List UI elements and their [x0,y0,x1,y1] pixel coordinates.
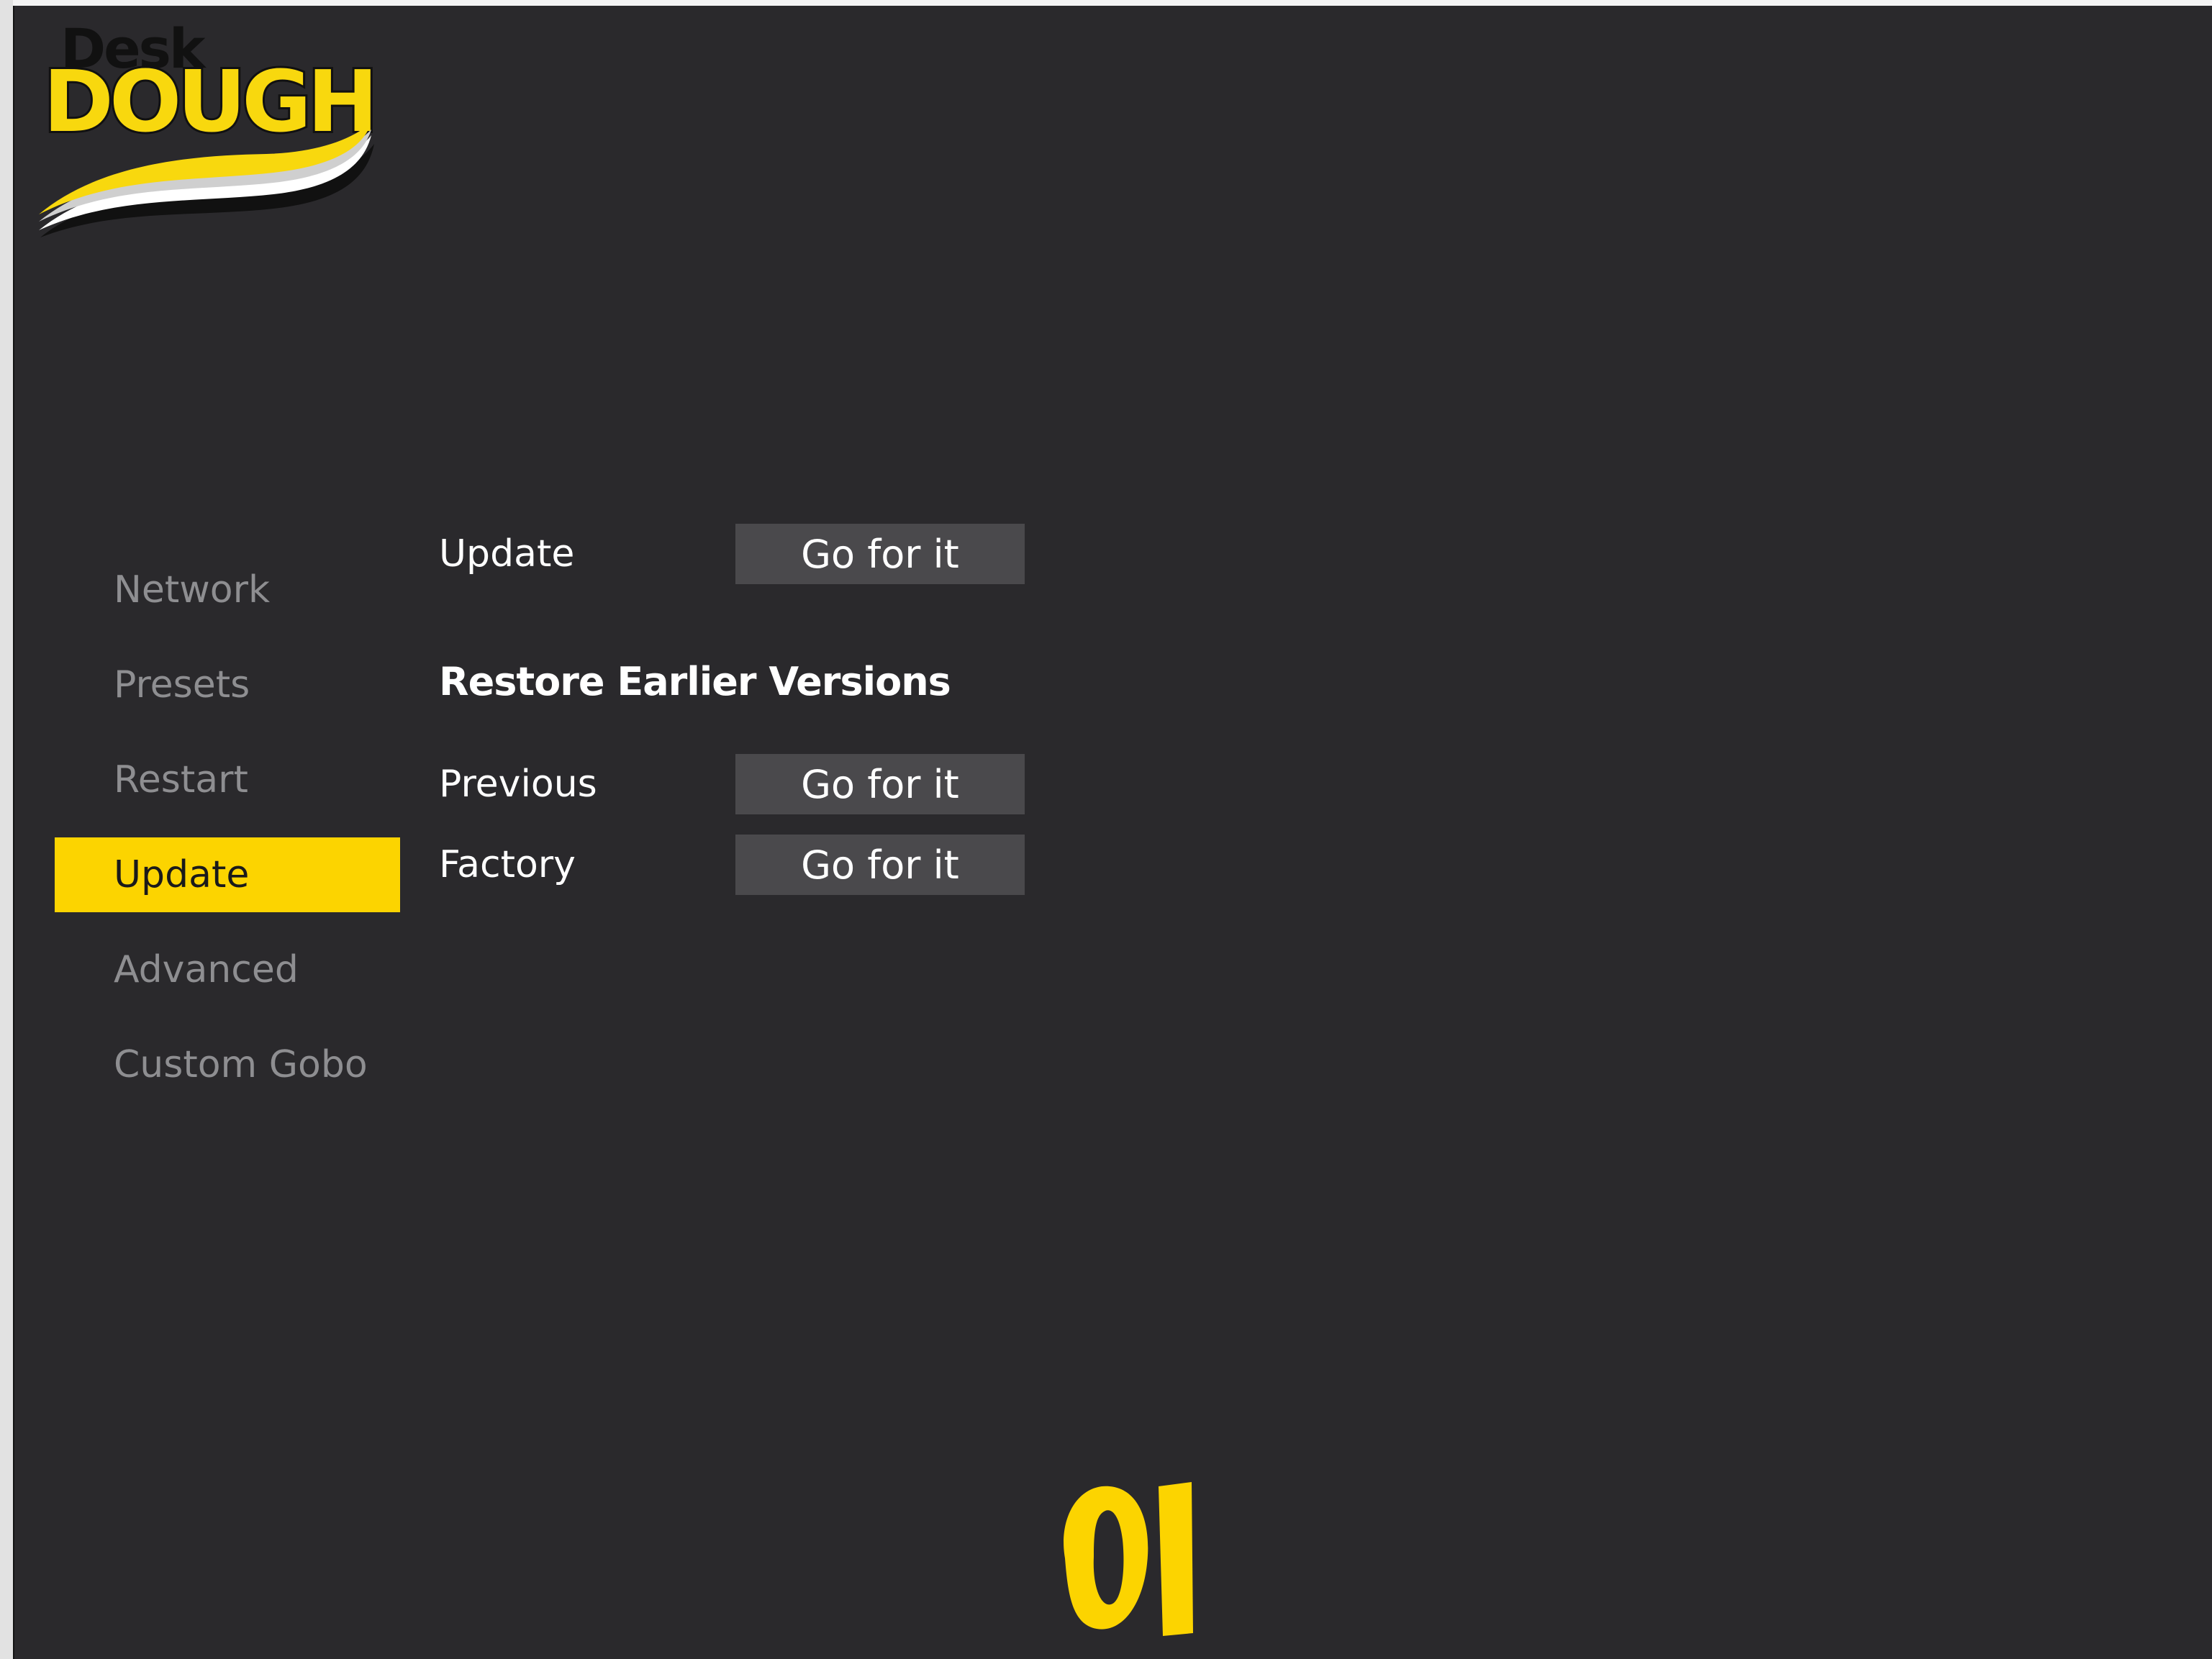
sidebar-item-restart[interactable]: Restart [55,742,400,817]
sidebar-item-label: Restart [114,758,248,801]
sidebar-item-update[interactable]: Update [55,837,400,912]
brand-mark-icon [1064,1482,1193,1636]
sidebar-item-label: Network [114,568,271,612]
update-label: Update [439,532,575,576]
sidebar-item-label: Update [114,853,250,896]
backdrop-shape [0,0,13,1659]
settings-sidebar: Network Presets Restart Update Advanced … [55,553,400,1122]
factory-row: Factory Go for it [439,835,1043,895]
sidebar-item-custom-gobo[interactable]: Custom Gobo [55,1027,400,1102]
previous-go-button[interactable]: Go for it [735,754,1025,814]
sidebar-item-label: Advanced [114,948,299,991]
factory-go-button[interactable]: Go for it [735,835,1025,895]
desk-dough-logo: Desk DOUGH [36,22,403,237]
restore-versions-heading: Restore Earlier Versions [439,659,951,704]
factory-label: Factory [439,843,576,886]
update-go-button[interactable]: Go for it [735,524,1025,584]
sidebar-item-label: Presets [114,663,250,706]
previous-label: Previous [439,763,597,806]
app-window: Desk DOUGH Network Presets Restart Updat… [13,6,2212,1659]
sidebar-item-presets[interactable]: Presets [55,647,400,722]
previous-row: Previous Go for it [439,754,1043,814]
sidebar-item-advanced[interactable]: Advanced [55,932,400,1007]
logo-swoosh-icon [39,129,374,237]
sidebar-item-label: Custom Gobo [114,1043,368,1086]
sidebar-item-network[interactable]: Network [55,553,400,627]
update-row: Update Go for it [439,524,1043,584]
